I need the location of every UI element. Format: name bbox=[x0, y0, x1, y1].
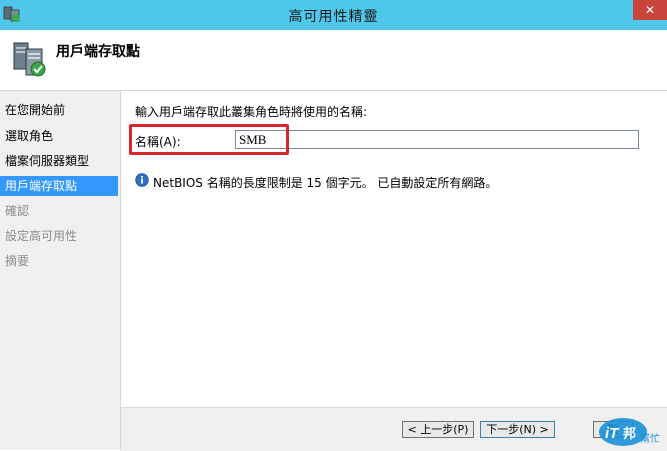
step-configure-high-availability: 設定高可用性 bbox=[5, 229, 78, 243]
page-title: 用戶端存取點 bbox=[56, 44, 140, 60]
name-input[interactable] bbox=[235, 130, 639, 149]
step-before-you-begin[interactable]: 在您開始前 bbox=[0, 100, 118, 120]
ithome-watermark-logo: iT 邦 幫忙 bbox=[599, 418, 660, 446]
watermark-sub-text: 幫忙 bbox=[640, 432, 660, 445]
previous-button[interactable]: < 上一步(P) bbox=[402, 421, 474, 438]
highlight-annotation bbox=[129, 124, 289, 155]
watermark-it-text: iT bbox=[605, 425, 620, 442]
wizard-content: 輸入用戶端存取此叢集角色時將使用的名稱: 名稱(A): NetBIOS 名稱的長… bbox=[121, 91, 667, 407]
instruction-text: 輸入用戶端存取此叢集角色時將使用的名稱: bbox=[135, 105, 368, 119]
next-button[interactable]: 下一步(N) > bbox=[480, 421, 555, 438]
netbios-info-text: NetBIOS 名稱的長度限制是 15 個字元。 已自動設定所有網路。 bbox=[153, 176, 498, 190]
info-icon bbox=[135, 173, 149, 187]
step-confirmation: 確認 bbox=[5, 204, 30, 218]
wizard-header: 用戶端存取點 bbox=[0, 30, 667, 91]
close-button[interactable]: ✕ bbox=[633, 0, 667, 20]
step-file-server-type[interactable]: 檔案伺服器類型 bbox=[0, 151, 118, 171]
step-client-access-point[interactable]: 用戶端存取點 bbox=[0, 176, 118, 196]
step-summary: 摘要 bbox=[5, 254, 30, 268]
wizard-footer: < 上一步(P) 下一步(N) > 取 bbox=[121, 407, 667, 451]
title-bar: 高可用性精靈 ✕ bbox=[0, 0, 667, 30]
watermark-bang-text: 邦 bbox=[623, 426, 636, 442]
wizard-step-list: 在您開始前 選取角色 檔案伺服器類型 用戶端存取點 確認 設定高可用性 摘要 bbox=[0, 91, 121, 450]
window-title: 高可用性精靈 bbox=[288, 9, 379, 25]
step-select-role[interactable]: 選取角色 bbox=[0, 126, 118, 146]
cluster-server-icon bbox=[13, 42, 46, 77]
